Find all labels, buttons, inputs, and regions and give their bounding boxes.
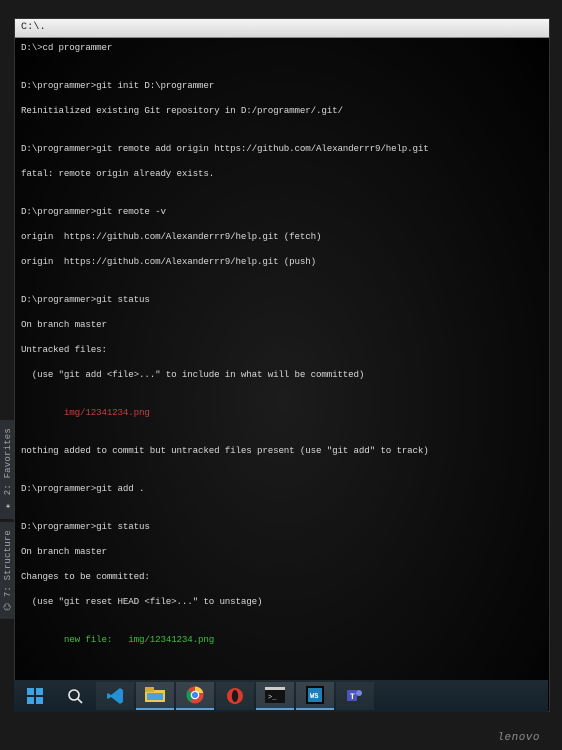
- file-explorer-taskbar-icon[interactable]: [136, 682, 174, 710]
- taskbar: >_ WS T: [14, 680, 548, 712]
- terminal-taskbar-icon[interactable]: >_: [256, 682, 294, 710]
- svg-text:T: T: [350, 693, 355, 702]
- webstorm-icon: WS: [306, 686, 324, 704]
- terminal-line: origin https://github.com/Alexanderrr9/h…: [21, 231, 543, 244]
- terminal-line: Reinitialized existing Git repository in…: [21, 105, 543, 118]
- chrome-icon: [186, 686, 204, 704]
- terminal-line: Untracked files:: [21, 344, 543, 357]
- terminal-line: fatal: remote origin already exists.: [21, 168, 543, 181]
- terminal-line: D:\programmer>git status: [21, 521, 543, 534]
- vscode-taskbar-icon[interactable]: [96, 682, 134, 710]
- opera-taskbar-icon[interactable]: [216, 682, 254, 710]
- svg-text:>_: >_: [268, 694, 277, 702]
- terminal-line: D:\programmer>git add .: [21, 483, 543, 496]
- chrome-taskbar-icon[interactable]: [176, 682, 214, 710]
- window-title: C:\.: [21, 22, 46, 33]
- window-titlebar[interactable]: C:\.: [15, 19, 549, 38]
- terminal-window: C:\. D:\>cd programmer D:\programmer>git…: [14, 18, 550, 712]
- terminal-output[interactable]: D:\>cd programmer D:\programmer>git init…: [15, 38, 549, 712]
- terminal-line: img/12341234.png: [21, 407, 543, 420]
- terminal-line: (use "git reset HEAD <file>..." to unsta…: [21, 596, 543, 609]
- webstorm-taskbar-icon[interactable]: WS: [296, 682, 334, 710]
- terminal-icon: >_: [265, 687, 285, 703]
- terminal-line: D:\programmer>git init D:\programmer: [21, 80, 543, 93]
- terminal-line: D:\programmer>git remote add origin http…: [21, 143, 543, 156]
- teams-icon: T: [346, 687, 364, 705]
- vscode-icon: [105, 686, 125, 706]
- terminal-line: origin https://github.com/Alexanderrr9/h…: [21, 256, 543, 269]
- search-icon: [67, 688, 83, 704]
- opera-icon: [226, 687, 244, 705]
- svg-text:WS: WS: [310, 693, 318, 701]
- teams-taskbar-icon[interactable]: T: [336, 682, 374, 710]
- start-button[interactable]: [16, 682, 54, 710]
- file-explorer-icon: [145, 687, 165, 703]
- laptop-brand-logo: lenovo: [497, 732, 540, 744]
- terminal-line: nothing added to commit but untracked fi…: [21, 445, 543, 458]
- search-button[interactable]: [56, 682, 94, 710]
- terminal-line: (use "git add <file>..." to include in w…: [21, 369, 543, 382]
- terminal-line: D:\programmer>git status: [21, 294, 543, 307]
- terminal-line: D:\programmer>git remote -v: [21, 206, 543, 219]
- terminal-line: On branch master: [21, 546, 543, 559]
- terminal-line: On branch master: [21, 319, 543, 332]
- terminal-line: Changes to be committed:: [21, 571, 543, 584]
- terminal-line: new file: img/12341234.png: [21, 634, 543, 647]
- terminal-line: D:\>cd programmer: [21, 42, 543, 55]
